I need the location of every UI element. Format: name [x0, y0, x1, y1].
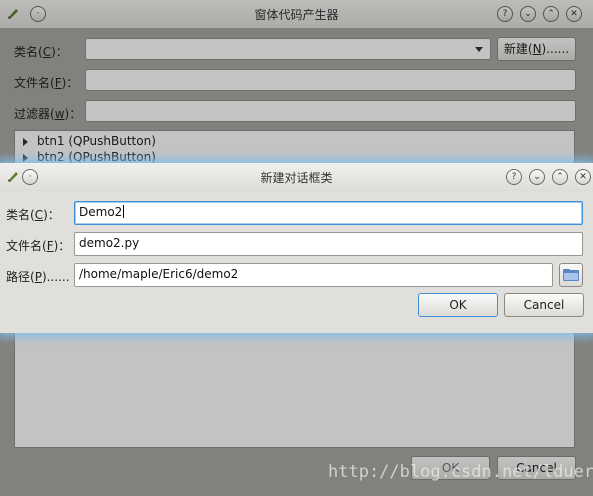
close-icon[interactable]: ✕ [575, 169, 591, 185]
dialog-class-name-label: 类名(C)： [6, 208, 60, 222]
dialog-file-name-input[interactable]: demo2.py [74, 232, 583, 256]
maximize-icon[interactable]: ⌃ [552, 169, 568, 185]
help-icon[interactable]: ? [506, 169, 522, 185]
filter-field[interactable] [85, 100, 576, 122]
watermark-text: http://blog.csdn.net/lduer [328, 462, 593, 482]
folder-open-icon [563, 269, 579, 281]
expand-arrow-icon[interactable] [23, 153, 28, 162]
window-titlebar: · 窗体代码产生器 ? ⌄ ⌃ ✕ [0, 0, 593, 28]
dialog-path-label: 路径(P)...... [6, 270, 70, 284]
maximize-icon[interactable]: ⌃ [543, 6, 559, 22]
dialog-titlebar: · 新建对话框类 ? ⌄ ⌃ ✕ [0, 163, 593, 191]
minimize-icon[interactable]: ⌄ [529, 169, 545, 185]
expand-arrow-icon[interactable] [23, 137, 28, 146]
minimize-icon[interactable]: ⌄ [520, 6, 536, 22]
dialog-path-input[interactable]: /home/maple/Eric6/demo2 [74, 263, 553, 287]
tree-item[interactable]: btn1 (QPushButton) [23, 134, 156, 150]
file-name-label: 文件名(F)： [14, 76, 79, 90]
class-name-label: 类名(C)： [14, 45, 68, 59]
dialog-ok-button[interactable]: OK [418, 293, 498, 317]
dialog-class-name-input[interactable]: Demo2 [74, 201, 583, 225]
text-caret [123, 205, 125, 218]
dialog-file-name-label: 文件名(F)： [6, 239, 71, 253]
dialog-title: 新建对话框类 [260, 171, 333, 185]
class-name-combobox[interactable] [85, 38, 491, 60]
file-name-field[interactable] [85, 69, 576, 91]
new-dialog-class-dialog: · 新建对话框类 ? ⌄ ⌃ ✕ 类名(C)： Demo2 文件名(F)： de… [0, 163, 593, 333]
close-icon[interactable]: ✕ [566, 6, 582, 22]
browse-path-button[interactable] [559, 263, 583, 287]
dialog-cancel-button[interactable]: Cancel [504, 293, 584, 317]
chevron-down-icon [475, 47, 483, 52]
new-class-button[interactable]: 新建(N)...... [497, 37, 576, 61]
filter-label: 过滤器(w)： [14, 107, 82, 121]
help-icon[interactable]: ? [497, 6, 513, 22]
